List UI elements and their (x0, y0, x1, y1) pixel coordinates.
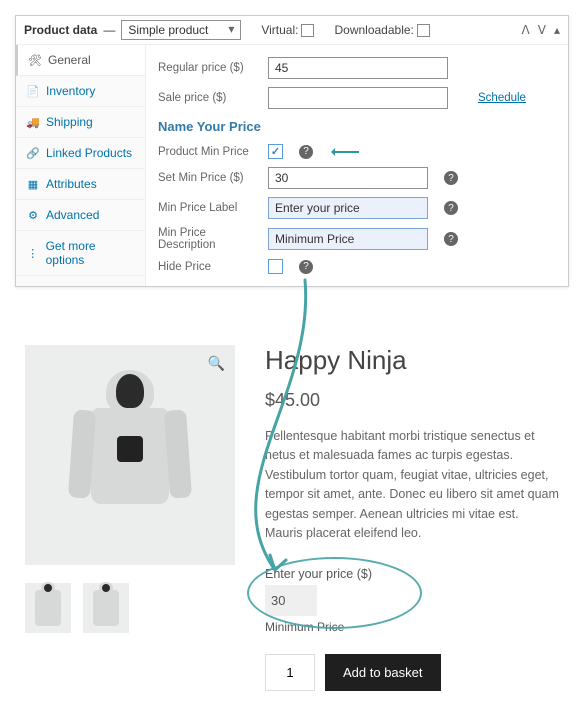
product-thumb[interactable] (25, 583, 71, 633)
schedule-link[interactable]: Schedule (478, 92, 526, 104)
min-price-desc-label: Min Price Description (158, 227, 258, 251)
zoom-icon[interactable]: 🔍 (208, 355, 225, 372)
truck-icon: 🚚 (26, 115, 40, 129)
product-description: Pellentesque habitant morbi tristique se… (265, 427, 559, 543)
name-your-price-title: Name Your Price (158, 113, 556, 140)
regular-price-input[interactable] (268, 57, 448, 79)
link-icon: 🔗 (26, 146, 40, 160)
nyp-min-label: Minimum Price (265, 620, 425, 634)
tab-inventory[interactable]: 📄 Inventory (16, 76, 145, 107)
help-icon[interactable]: ? (299, 260, 313, 274)
virtual-label: Virtual: (261, 23, 298, 37)
file-icon: 📄 (26, 84, 40, 98)
product-thumb[interactable] (83, 583, 129, 633)
tab-attributes[interactable]: ▦ Attributes (16, 169, 145, 200)
quantity-input[interactable] (265, 654, 315, 691)
annotation-arrow-icon (333, 151, 359, 153)
tab-linked-products[interactable]: 🔗 Linked Products (16, 138, 145, 169)
sale-price-input[interactable] (268, 87, 448, 109)
panel-toggle-icon[interactable]: ▴ (554, 23, 560, 37)
product-type-select[interactable]: Simple product (121, 20, 241, 40)
set-min-price-label: Set Min Price ($) (158, 172, 258, 184)
sale-price-label: Sale price ($) (158, 92, 258, 104)
expand-icon[interactable]: ᐯ (538, 23, 546, 37)
tab-get-more-options[interactable]: ⋮ Get more options (16, 231, 145, 276)
product-main-image[interactable]: 🔍 (25, 345, 235, 565)
product-data-title: Product data (24, 23, 97, 37)
help-icon[interactable]: ? (299, 145, 313, 159)
tab-general[interactable]: 🛠 General (16, 45, 145, 76)
more-icon: ⋮ (26, 246, 40, 260)
tab-advanced[interactable]: ⚙ Advanced (16, 200, 145, 231)
help-icon[interactable]: ? (444, 232, 458, 246)
nyp-label: Enter your price ($) (265, 567, 425, 581)
help-icon[interactable]: ? (444, 201, 458, 215)
hide-price-label: Hide Price (158, 261, 258, 273)
product-title: Happy Ninja (265, 345, 559, 376)
min-price-label-label: Min Price Label (158, 202, 258, 214)
min-price-label-input[interactable] (268, 197, 428, 219)
wrench-icon: 🛠 (28, 53, 42, 67)
downloadable-checkbox[interactable] (417, 24, 430, 37)
min-price-desc-input[interactable] (268, 228, 428, 250)
gear-icon: ⚙ (26, 208, 40, 222)
downloadable-label: Downloadable: (334, 23, 413, 37)
grid-icon: ▦ (26, 177, 40, 191)
product-min-price-label: Product Min Price (158, 146, 258, 158)
nyp-price-input[interactable] (265, 585, 317, 616)
collapse-icon[interactable]: ᐱ (522, 23, 530, 37)
regular-price-label: Regular price ($) (158, 62, 258, 74)
hide-price-checkbox[interactable]: ✓ (268, 259, 283, 274)
add-to-basket-button[interactable]: Add to basket (325, 654, 441, 691)
product-min-price-checkbox[interactable]: ✓ (268, 144, 283, 159)
set-min-price-input[interactable] (268, 167, 428, 189)
help-icon[interactable]: ? (444, 171, 458, 185)
product-price: $45.00 (265, 390, 559, 411)
tab-shipping[interactable]: 🚚 Shipping (16, 107, 145, 138)
virtual-checkbox[interactable] (301, 24, 314, 37)
